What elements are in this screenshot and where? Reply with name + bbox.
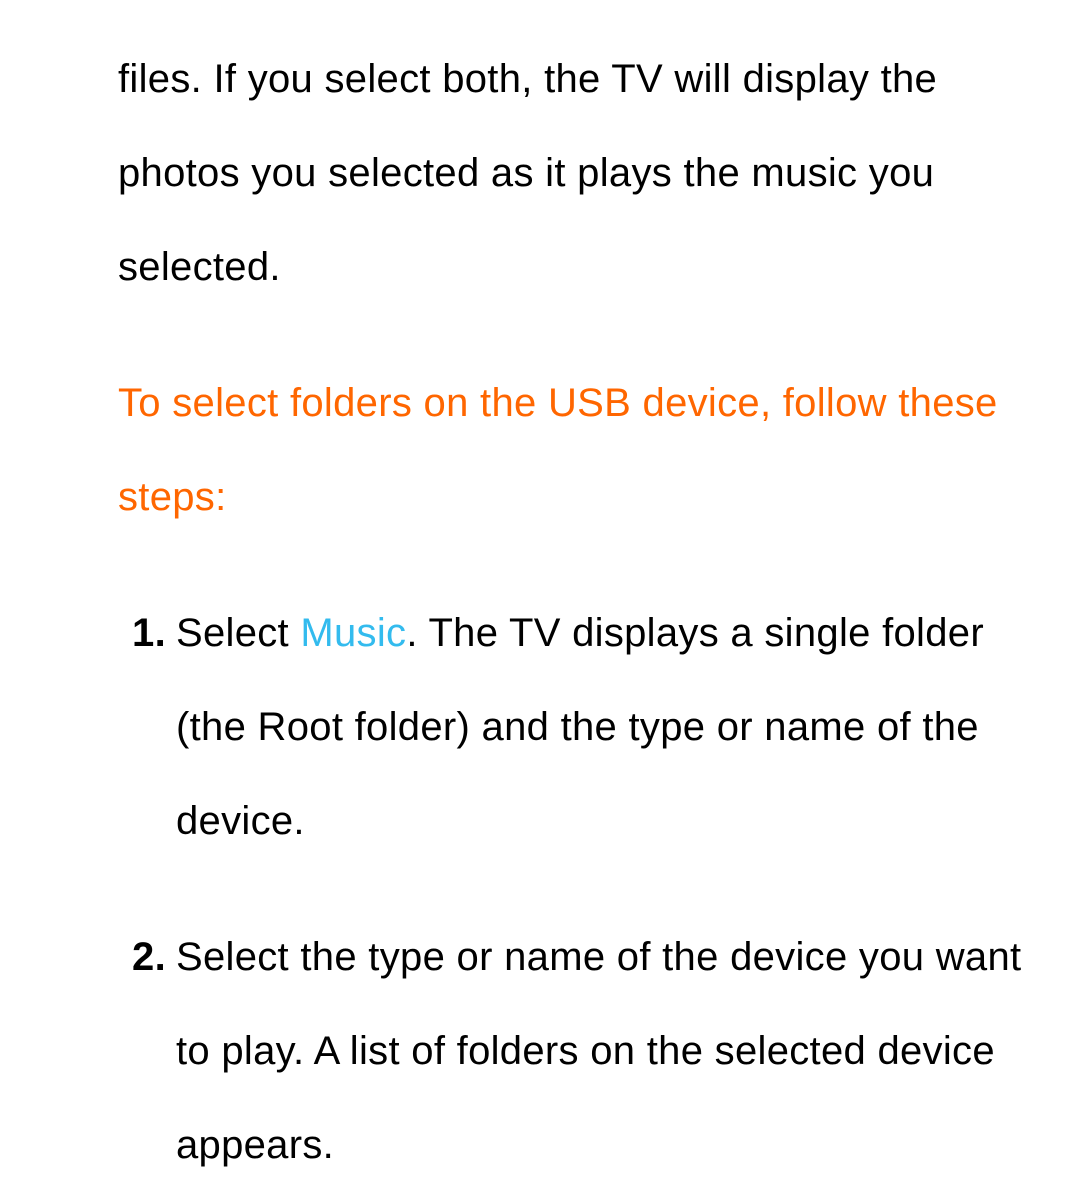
step-1-highlight: Music	[300, 611, 406, 655]
step-1: 1. Select Music. The TV displays a singl…	[126, 586, 1040, 868]
step-1-number: 1.	[126, 586, 176, 680]
step-2-text: Select the type or name of the device yo…	[176, 910, 1040, 1192]
step-1-prefix: Select	[176, 611, 300, 655]
section-heading: To select folders on the USB device, fol…	[118, 356, 1040, 544]
step-1-text: Select Music. The TV displays a single f…	[176, 586, 1040, 868]
step-2-suffix: Select the type or name of the device yo…	[176, 935, 1021, 1167]
step-2: 2. Select the type or name of the device…	[126, 910, 1040, 1192]
steps-list: 1. Select Music. The TV displays a singl…	[118, 586, 1040, 1192]
intro-paragraph: files. If you select both, the TV will d…	[118, 32, 1040, 314]
step-2-number: 2.	[126, 910, 176, 1004]
